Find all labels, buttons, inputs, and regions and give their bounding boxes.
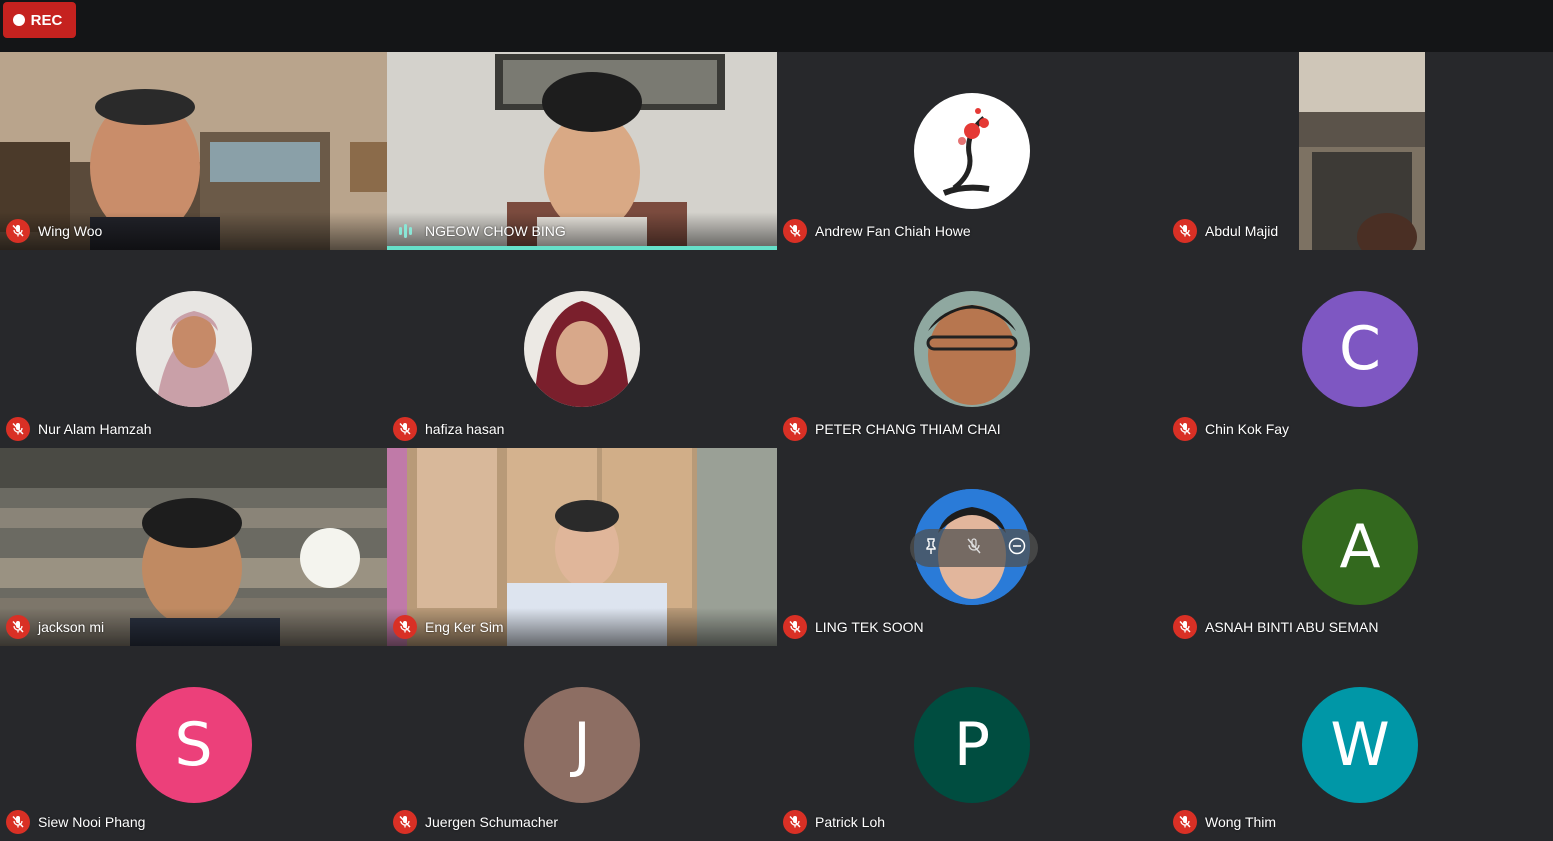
avatar-photo [534, 301, 630, 407]
mic-off-icon [393, 417, 417, 441]
participant-name-bar: PETER CHANG THIAM CHAI [777, 410, 1167, 448]
mic-off-icon[interactable] [965, 537, 983, 560]
participant-avatar: J [524, 687, 640, 803]
participant-name: Siew Nooi Phang [38, 814, 146, 830]
participant-tile[interactable]: A ASNAH BINTI ABU SEMAN [1167, 448, 1553, 646]
mic-off-icon [1173, 615, 1197, 639]
participant-name: Nur Alam Hamzah [38, 421, 152, 437]
participant-name: NGEOW CHOW BING [425, 223, 566, 239]
participant-name-bar: Eng Ker Sim [387, 608, 777, 646]
participant-name: Eng Ker Sim [425, 619, 504, 635]
participant-tile[interactable]: hafiza hasan [387, 250, 777, 448]
participant-tile[interactable]: C Chin Kok Fay [1167, 250, 1553, 448]
participant-avatar [135, 291, 252, 407]
participant-name-bar: Patrick Loh [777, 803, 1167, 841]
participant-avatar: P [914, 687, 1030, 803]
participant-name-bar: Wong Thim [1167, 803, 1553, 841]
participant-name-bar: Nur Alam Hamzah [0, 410, 387, 448]
mic-off-icon [1173, 219, 1197, 243]
mic-off-icon [6, 810, 30, 834]
mic-off-icon [6, 417, 30, 441]
participant-tile[interactable]: P Patrick Loh [777, 646, 1167, 841]
participant-tile[interactable]: PETER CHANG THIAM CHAI [777, 250, 1167, 448]
top-bar: REC [0, 0, 1553, 52]
mic-off-icon [1173, 417, 1197, 441]
participant-name: Abdul Majid [1205, 223, 1279, 239]
mic-off-icon [783, 219, 807, 243]
mic-off-icon [6, 219, 30, 243]
participant-avatar [914, 291, 1030, 407]
participant-name-bar: Abdul Majid [1167, 212, 1553, 250]
avatar-initial: A [1339, 512, 1381, 582]
participant-tile[interactable]: W Wong Thim [1167, 646, 1553, 841]
participant-name-bar: hafiza hasan [387, 410, 777, 448]
participant-name-bar: jackson mi [0, 608, 387, 646]
participant-avatar: W [1302, 687, 1418, 803]
participant-name: Chin Kok Fay [1205, 421, 1290, 437]
participant-tile[interactable]: Abdul Majid [1167, 52, 1553, 250]
participant-name: Juergen Schumacher [425, 814, 559, 830]
participant-tile[interactable]: Wing Woo [0, 52, 387, 250]
participant-name-bar: Andrew Fan Chiah Howe [777, 212, 1167, 250]
participant-tile[interactable]: J Juergen Schumacher [387, 646, 777, 841]
participant-name-bar: LING TEK SOON [777, 608, 1167, 646]
avatar-initial: W [1330, 710, 1390, 780]
participant-name: Andrew Fan Chiah Howe [815, 223, 971, 239]
participant-avatar [524, 291, 640, 407]
participant-tile[interactable]: S Siew Nooi Phang [0, 646, 387, 841]
participant-name-bar: NGEOW CHOW BING [387, 212, 777, 250]
participant-name: jackson mi [38, 619, 105, 635]
participant-tile[interactable]: Eng Ker Sim [387, 448, 777, 646]
avatar-initial: P [953, 710, 991, 780]
participant-tile[interactable]: Andrew Fan Chiah Howe [777, 52, 1167, 250]
speaking-indicator-icon [393, 224, 417, 238]
participant-name: hafiza hasan [425, 421, 505, 437]
remove-icon[interactable] [1008, 537, 1026, 560]
mic-off-icon [783, 810, 807, 834]
participant-name: ASNAH BINTI ABU SEMAN [1205, 619, 1379, 635]
participant-name: Wing Woo [38, 223, 103, 239]
participant-name-bar: Wing Woo [0, 212, 387, 250]
participant-name: LING TEK SOON [815, 619, 924, 635]
participant-name: Patrick Loh [815, 814, 886, 830]
participant-tile[interactable]: jackson mi [0, 448, 387, 646]
recording-label: REC [30, 11, 63, 29]
participant-avatar: A [1302, 489, 1418, 605]
avatar-photo [155, 311, 232, 407]
participant-name-bar: ASNAH BINTI ABU SEMAN [1167, 608, 1553, 646]
participant-avatar [914, 93, 1030, 209]
avatar-photo [926, 305, 1018, 405]
mic-off-icon [1173, 810, 1197, 834]
mic-off-icon [6, 615, 30, 639]
participant-tile-active-speaker[interactable]: NGEOW CHOW BING [387, 52, 777, 250]
participant-avatar: S [135, 687, 252, 803]
participant-name-bar: Chin Kok Fay [1167, 410, 1553, 448]
mic-off-icon [783, 615, 807, 639]
pin-icon[interactable] [922, 537, 940, 560]
plum-blossom-image [942, 108, 990, 196]
tile-hover-controls [910, 529, 1038, 567]
avatar-initial: C [1339, 314, 1381, 384]
participant-name-bar: Juergen Schumacher [387, 803, 777, 841]
mic-off-icon [783, 417, 807, 441]
participant-name-bar: Siew Nooi Phang [0, 803, 387, 841]
mic-off-icon [393, 615, 417, 639]
participant-avatar: C [1302, 291, 1418, 407]
participant-name: PETER CHANG THIAM CHAI [815, 421, 1001, 437]
avatar-initial: J [573, 710, 591, 780]
record-dot-icon [12, 14, 25, 26]
participant-tile[interactable]: Nur Alam Hamzah [0, 250, 387, 448]
recording-indicator: REC [3, 2, 76, 38]
participant-name: Wong Thim [1205, 814, 1277, 830]
avatar-initial: S [174, 710, 213, 780]
mic-off-icon [393, 810, 417, 834]
